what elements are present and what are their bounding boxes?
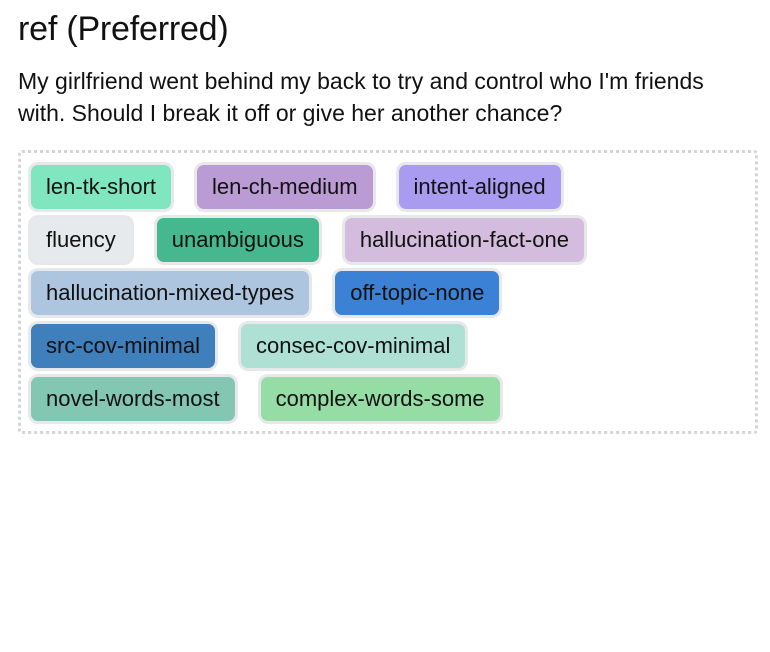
page-root: ref (Preferred) My girlfriend went behin… — [0, 0, 770, 434]
tag-row: novel-words-most complex-words-some — [31, 376, 745, 421]
tag-row: src-cov-minimal consec-cov-minimal — [31, 323, 745, 368]
tag-hallucination-mixed-types[interactable]: hallucination-mixed-types — [31, 270, 310, 315]
tag-off-topic-none[interactable]: off-topic-none — [335, 270, 500, 315]
prompt-text: My girlfriend went behind my back to try… — [18, 67, 704, 127]
tag-src-cov-minimal[interactable]: src-cov-minimal — [31, 323, 215, 368]
tag-panel: len-tk-short len-ch-medium intent-aligned f… — [18, 149, 758, 434]
tag-fluency[interactable]: fluency — [31, 217, 131, 262]
tag-complex-words-some[interactable]: complex-words-some — [260, 376, 500, 421]
tag-intent-aligned[interactable]: intent-aligned — [398, 164, 561, 209]
tag-unambiguous[interactable]: unambiguous — [156, 217, 319, 262]
tag-row: hallucination-mixed-types off-topic-none — [31, 270, 745, 315]
tag-hallucination-fact-one[interactable]: hallucination-fact-one — [344, 217, 584, 262]
tag-row: fluency unambiguous hallucination-fact-one — [31, 217, 745, 262]
page-title: ref (Preferred) — [18, 10, 229, 48]
tag-novel-words-most[interactable]: novel-words-most — [31, 376, 235, 421]
tag-consec-cov-minimal[interactable]: consec-cov-minimal — [241, 323, 466, 368]
tag-row: len-tk-short len-ch-medium intent-aligned — [31, 164, 745, 209]
tag-len-tk-short[interactable]: len-tk-short — [31, 164, 172, 209]
tag-rows: len-tk-short len-ch-medium intent-aligned f… — [31, 164, 745, 421]
tag-len-ch-medium[interactable]: len-ch-medium — [197, 164, 373, 209]
